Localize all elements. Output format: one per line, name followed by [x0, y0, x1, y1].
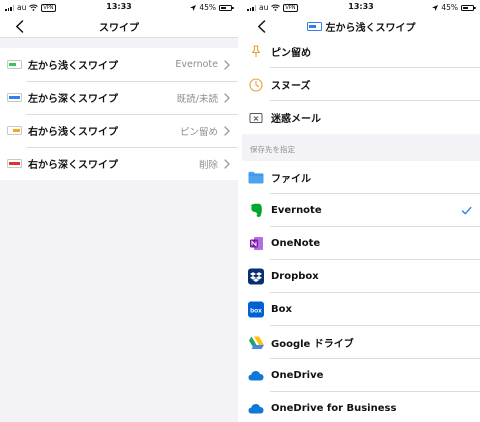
section-header-save-destination: 保存先を指定	[242, 134, 480, 161]
swipe-option-right-short[interactable]: 右から浅くスワイプ ピン留め	[0, 114, 238, 147]
swipe-option-label: 右から浅くスワイプ	[28, 127, 118, 138]
swipe-left-long-icon	[7, 93, 22, 102]
destination-files[interactable]: ファイル	[242, 161, 480, 194]
destination-google-drive[interactable]: Google ドライブ	[242, 326, 480, 359]
action-label: 迷惑メール	[271, 114, 321, 125]
swipe-option-left-long[interactable]: 左から深くスワイプ 既読/未読	[0, 81, 238, 114]
dropbox-icon	[248, 268, 264, 285]
chevron-right-icon	[224, 92, 230, 103]
swipe-option-label: 右から深くスワイプ	[28, 160, 118, 171]
files-folder-icon	[248, 170, 264, 186]
swipe-option-value: Evernote	[175, 59, 218, 70]
destination-label: OneNote	[271, 238, 321, 249]
destination-label: OneDrive for Business	[271, 403, 397, 414]
swipe-option-label: 左から浅くスワイプ	[28, 61, 118, 72]
swipe-right-short-icon	[7, 126, 22, 135]
location-arrow-icon	[190, 4, 197, 11]
destination-box[interactable]: box Box	[242, 293, 480, 326]
battery-icon	[461, 4, 476, 11]
evernote-icon	[248, 203, 264, 219]
chevron-right-icon	[224, 59, 230, 70]
swipe-option-value: 削除	[198, 159, 218, 171]
location-arrow-icon	[432, 4, 439, 11]
google-drive-icon	[248, 335, 264, 351]
pin-icon	[248, 44, 264, 60]
destination-label: Evernote	[271, 205, 322, 216]
clock-icon	[248, 77, 264, 93]
battery-percent: 45%	[199, 3, 216, 12]
swipe-options-list: 左から浅くスワイプ Evernote 左から深くスワイプ 既読/未読 右から浅く…	[0, 48, 238, 180]
chevron-right-icon	[224, 158, 230, 169]
box-icon: box	[248, 301, 264, 318]
swipe-right-long-icon	[7, 159, 22, 168]
destination-onedrive[interactable]: OneDrive	[242, 359, 480, 392]
chevron-right-icon	[224, 125, 230, 136]
checkmark-icon	[461, 206, 472, 215]
swipe-option-value: 既読/未読	[176, 93, 218, 105]
swipe-option-value: ピン留め	[179, 126, 218, 138]
destination-label: Box	[271, 304, 292, 315]
swipe-left-short-icon	[306, 22, 322, 31]
destination-label: Google ドライブ	[271, 339, 354, 350]
status-bar: au VPN 13:33 45%	[242, 0, 480, 14]
navigation-bar: スワイプ	[0, 14, 238, 38]
battery-percent: 45%	[441, 3, 458, 12]
destination-dropbox[interactable]: Dropbox	[242, 260, 480, 293]
onedrive-icon	[248, 368, 264, 384]
action-snooze[interactable]: スヌーズ	[242, 68, 480, 101]
action-spam[interactable]: 迷惑メール	[242, 101, 480, 134]
swipe-option-right-long[interactable]: 右から深くスワイプ 削除	[0, 147, 238, 180]
destination-onedrive-business[interactable]: OneDrive for Business	[242, 392, 480, 422]
action-pin[interactable]: ピン留め	[242, 35, 480, 68]
destination-label: Dropbox	[271, 271, 319, 282]
swipe-settings-screen: au VPN 13:33 45% スワイプ 左から浅くスワイプ Evernote…	[0, 0, 238, 422]
swipe-action-picker-screen: au VPN 13:33 45% 左から浅くスワイプ ピン留め スヌーズ 迷惑メ…	[242, 0, 480, 422]
svg-text:box: box	[250, 307, 262, 314]
action-list: ピン留め スヌーズ 迷惑メール	[242, 35, 480, 134]
destination-list: ファイル Evernote OneNote Dropbox box Box Go…	[242, 161, 480, 422]
battery-icon	[219, 4, 234, 11]
swipe-option-left-short[interactable]: 左から浅くスワイプ Evernote	[0, 48, 238, 81]
swipe-option-label: 左から深くスワイプ	[28, 94, 118, 105]
onedrive-business-icon	[248, 401, 264, 417]
action-label: スヌーズ	[271, 81, 311, 92]
page-title: スワイプ	[99, 23, 139, 34]
onenote-icon	[248, 236, 264, 252]
action-label: ピン留め	[271, 48, 311, 59]
destination-label: OneDrive	[271, 370, 324, 381]
destination-evernote[interactable]: Evernote	[242, 194, 480, 227]
spam-icon	[248, 110, 264, 126]
page-title: 左から浅くスワイプ	[325, 23, 416, 34]
destination-onenote[interactable]: OneNote	[242, 227, 480, 260]
status-bar: au VPN 13:33 45%	[0, 0, 238, 14]
swipe-left-short-icon	[7, 60, 22, 69]
destination-label: ファイル	[271, 174, 311, 185]
